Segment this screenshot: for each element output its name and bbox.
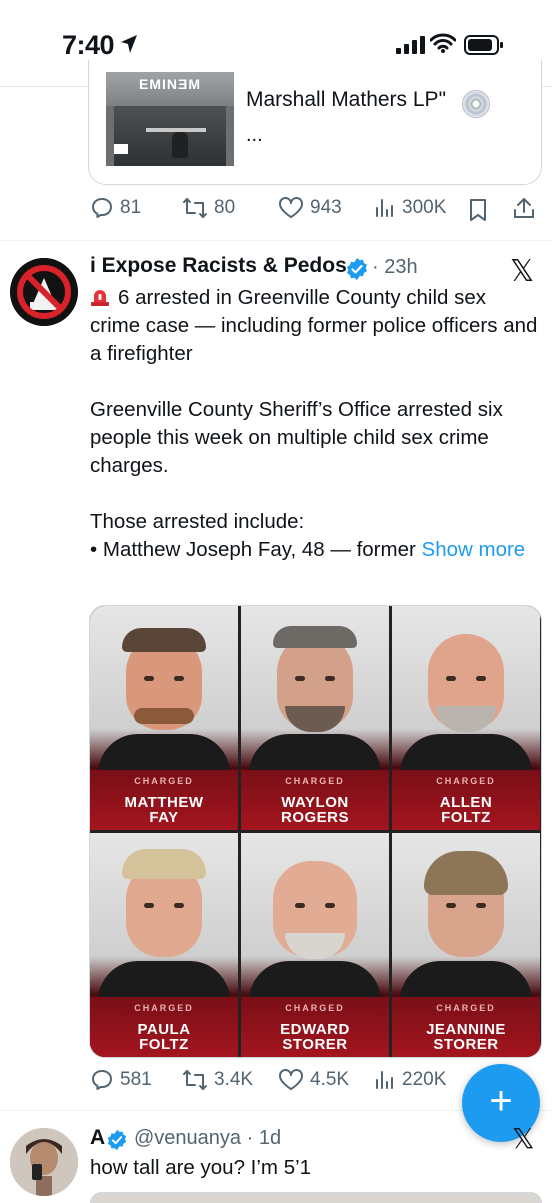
charged-label: CHARGED: [436, 1003, 496, 1013]
reply-button[interactable]: 581: [90, 1068, 152, 1092]
quoted-tweet-ellipsis: ...: [246, 124, 263, 146]
signal-icon: [396, 36, 426, 59]
avatar[interactable]: [10, 258, 78, 326]
battery-icon: [464, 35, 504, 60]
views-count: 220K: [402, 1069, 447, 1090]
mugshot-last-name: FOLTZ: [441, 809, 491, 826]
bookmark-icon[interactable]: [468, 198, 488, 227]
reply-button[interactable]: 81: [90, 196, 141, 220]
album-artist-text: EMINƎM: [139, 76, 201, 92]
mugshot-last-name: STORER: [282, 1036, 348, 1053]
location-arrow-icon: [120, 34, 138, 59]
mugshot-last-name: FOLTZ: [139, 1036, 189, 1053]
repost-count: 3.4K: [214, 1069, 254, 1090]
like-button[interactable]: 943: [278, 196, 342, 220]
heart-icon: [278, 1068, 304, 1092]
charged-label: CHARGED: [134, 776, 194, 786]
mugshot-card: CHARGED PAULA FOLTZ: [90, 833, 238, 1057]
tweet-image[interactable]: CHARGED MATTHEW FAY CHARGED WAYLON ROGER…: [89, 605, 542, 1058]
mugshot-card: CHARGED JEANNINE STORER: [392, 833, 540, 1057]
tweet-divider: [0, 240, 552, 241]
repost-button[interactable]: 80: [182, 196, 235, 220]
tweet-paragraph-3: Those arrested include:: [90, 510, 305, 533]
mugshot-last-name: STORER: [433, 1036, 499, 1053]
like-count: 943: [310, 197, 342, 218]
tweet-paragraph-2: Greenville County Sheriff’s Office arres…: [90, 398, 503, 477]
verified-badge-icon: [106, 1129, 128, 1156]
tweet-paragraph-4: • Matthew Joseph Fay, 48 — former Show m…: [90, 536, 540, 564]
mugshot-last-name: FAY: [149, 809, 179, 826]
siren-icon: [90, 287, 110, 307]
views-icon: [374, 1068, 396, 1092]
views-button[interactable]: 300K: [374, 196, 446, 220]
repost-icon: [182, 196, 208, 220]
reply-count: 81: [120, 197, 142, 218]
show-more-link[interactable]: Show more: [422, 538, 526, 561]
repost-button[interactable]: 3.4K: [182, 1068, 253, 1092]
mugshot-card: CHARGED ALLEN FOLTZ: [392, 606, 540, 830]
repost-count: 80: [214, 197, 236, 218]
views-button[interactable]: 220K: [374, 1068, 446, 1092]
like-button[interactable]: 4.5K: [278, 1068, 349, 1092]
charged-label: CHARGED: [285, 1003, 345, 1013]
tweet-timestamp: · 23h: [372, 256, 418, 278]
tweet-time: 23h: [384, 256, 418, 278]
reply-tweet-text: how tall are you? I’m 5’1: [90, 1156, 312, 1179]
charged-label: CHARGED: [285, 776, 345, 786]
mugshot-card: CHARGED EDWARD STORER: [241, 833, 389, 1057]
status-time: 7:40: [62, 30, 115, 60]
tweet-list-item: • Matthew Joseph Fay, 48 — former: [90, 538, 422, 561]
repost-icon: [182, 1068, 208, 1092]
wifi-icon: [429, 33, 457, 58]
mugshot-card: CHARGED MATTHEW FAY: [90, 606, 238, 830]
charged-label: CHARGED: [436, 776, 496, 786]
headline-text: 6 arrested in Greenville County child se…: [90, 286, 538, 365]
tweet-headline: 6 arrested in Greenville County child se…: [90, 284, 540, 368]
avatar[interactable]: [10, 1128, 78, 1196]
display-name[interactable]: A: [90, 1126, 105, 1150]
reply-icon: [90, 196, 114, 220]
like-count: 4.5K: [310, 1069, 350, 1090]
reply-media-preview[interactable]: [90, 1192, 542, 1203]
reply-count: 581: [120, 1069, 152, 1090]
views-count: 300K: [402, 197, 447, 218]
mugshot-card: CHARGED WAYLON ROGERS: [241, 606, 389, 830]
charged-label: CHARGED: [134, 1003, 194, 1013]
reply-icon: [90, 1068, 114, 1092]
verified-badge-icon: [345, 257, 369, 286]
tweet-text: 6 arrested in Greenville County child se…: [90, 284, 540, 564]
handle-and-time: @venuanya · 1d: [134, 1127, 282, 1149]
display-name[interactable]: i Expose Racists & Pedos: [90, 254, 347, 278]
heart-icon: [278, 196, 304, 220]
x-logo-icon[interactable]: 𝕏: [512, 1122, 535, 1155]
mugshot-last-name: ROGERS: [280, 809, 349, 826]
cd-icon: [462, 90, 490, 118]
quoted-tweet-title: Marshall Mathers LP": [246, 88, 447, 111]
share-icon[interactable]: [512, 196, 536, 225]
views-icon: [374, 196, 396, 220]
